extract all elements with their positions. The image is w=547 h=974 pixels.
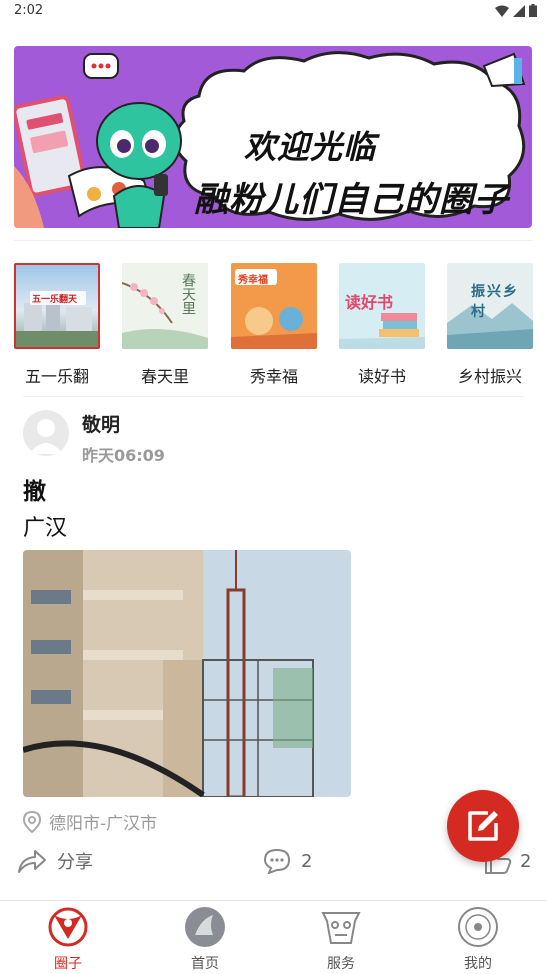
tab-home[interactable]: 首页 (165, 905, 245, 973)
edit-icon (468, 811, 498, 841)
category-item-reading[interactable]: 读好书 读好书 (339, 263, 425, 386)
service-tab-icon (321, 912, 361, 944)
status-bar: 2:02 (0, 0, 547, 24)
category-item-rural[interactable]: 振兴乡村 乡村振兴 (447, 263, 533, 386)
default-avatar-icon (29, 419, 63, 454)
location-pin-icon (23, 810, 41, 833)
battery-icon (529, 4, 537, 17)
status-icons (495, 4, 537, 17)
tab-circle[interactable]: 圈子 (28, 905, 108, 973)
post-location[interactable]: 德阳市-广汉市 (23, 809, 157, 834)
post-body[interactable]: 广汉 (23, 510, 67, 542)
category-label: 读好书 (357, 367, 406, 386)
tab-label: 我的 (464, 956, 492, 972)
post-image[interactable] (23, 550, 351, 797)
comment-count: 2 (301, 850, 313, 872)
category-thumb-text: 振兴乡村 (471, 284, 519, 320)
welcome-banner[interactable]: 欢迎光临 融粉儿们自己的圈子 (14, 46, 532, 228)
wifi-icon (495, 5, 509, 17)
signal-icon (513, 4, 525, 17)
share-icon (18, 850, 46, 873)
category-item-spring[interactable]: 春天里 春天里 (122, 263, 208, 386)
tab-service[interactable]: 服务 (301, 905, 381, 973)
circle-tab-icon (48, 907, 88, 947)
category-label: 五一乐翻 (24, 367, 89, 386)
avatar[interactable] (23, 410, 69, 456)
category-thumb-text: 读好书 (345, 293, 394, 312)
category-label: 乡村振兴 (457, 367, 522, 386)
post-username[interactable]: 敬明 (82, 410, 120, 437)
category-row: 五一乐翻天 五一乐翻 春天里 春天里 秀幸福 秀幸福 读好书 读好书 振兴乡村 … (14, 263, 534, 388)
share-button[interactable]: 分享 (17, 848, 93, 874)
comment-button[interactable]: 2 (263, 848, 312, 874)
status-time: 2:02 (14, 3, 44, 18)
category-label: 春天里 (140, 367, 189, 386)
tab-label: 圈子 (54, 956, 82, 972)
compose-button[interactable] (447, 790, 519, 862)
post-time: 昨天06:09 (82, 446, 165, 465)
comment-icon (263, 848, 291, 874)
category-thumb-text: 秀幸福 (238, 275, 268, 286)
tab-label: 服务 (327, 956, 355, 972)
banner-subtitle: 融粉儿们自己的圈子 (194, 180, 509, 220)
mine-tab-icon (458, 907, 498, 947)
category-thumb: 春天里 (122, 263, 208, 349)
post-title[interactable]: 撤 (23, 472, 46, 506)
category-thumb-text: 春天里 (180, 273, 196, 315)
bottom-tab-bar: 圈子 首页 服务 我的 (0, 900, 547, 974)
category-item-happiness[interactable]: 秀幸福 秀幸福 (231, 263, 317, 386)
divider (14, 240, 532, 241)
category-thumb: 振兴乡村 (447, 263, 533, 349)
tab-label: 首页 (191, 956, 219, 972)
tab-mine[interactable]: 我的 (438, 905, 518, 973)
category-thumb: 读好书 (339, 263, 425, 349)
category-label: 秀幸福 (249, 367, 298, 386)
divider (23, 396, 525, 397)
category-thumb: 秀幸福 (231, 263, 317, 349)
category-thumb-text: 五一乐翻天 (32, 295, 78, 305)
category-item-wuyi[interactable]: 五一乐翻天 五一乐翻 (14, 263, 100, 386)
category-thumb: 五一乐翻天 (14, 263, 100, 349)
like-count: 2 (520, 850, 532, 872)
location-text: 德阳市-广汉市 (49, 814, 158, 834)
share-label: 分享 (57, 852, 93, 873)
home-tab-icon (185, 907, 225, 947)
banner-title: 欢迎光临 (244, 128, 377, 166)
